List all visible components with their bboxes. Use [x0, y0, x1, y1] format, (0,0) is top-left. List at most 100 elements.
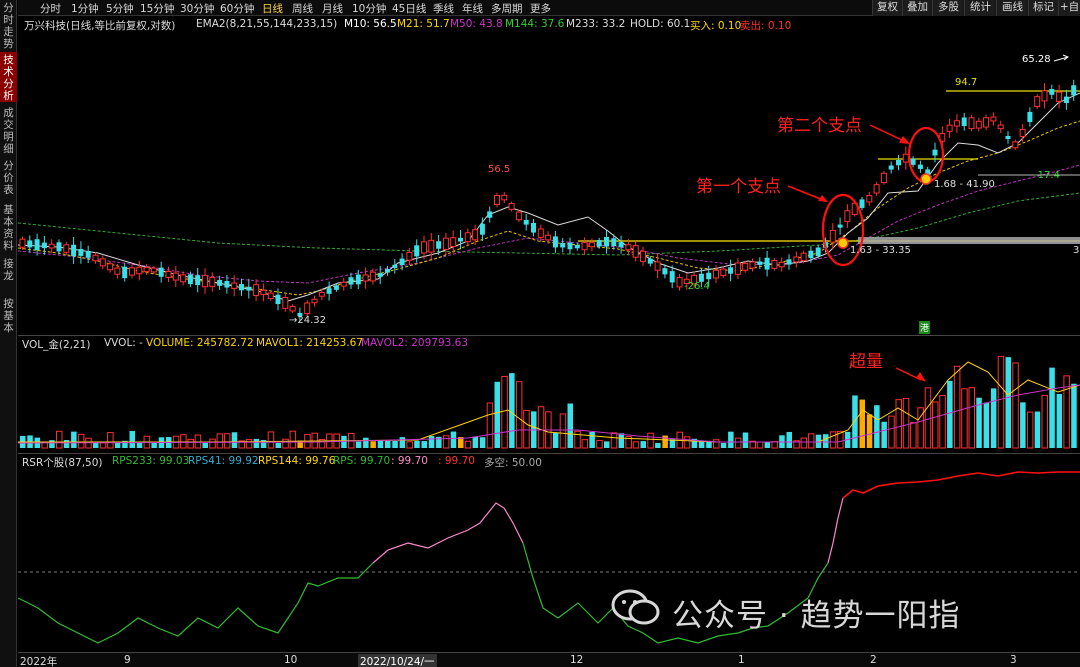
- volume-bar: [494, 381, 500, 448]
- period-toolbar: 分时 1分钟 5分钟 15分钟 30分钟 60分钟 日线 周线 月线 10分钟 …: [18, 0, 1080, 16]
- volume-bar: [501, 375, 508, 449]
- volume-bar: [990, 388, 997, 448]
- candle-body: [289, 305, 296, 312]
- volume-bar: [800, 437, 808, 449]
- volume-arrowhead: [916, 372, 926, 382]
- candle-body: [625, 244, 632, 251]
- period-fenshi[interactable]: 分时: [40, 1, 61, 16]
- volume-bar: [807, 433, 815, 449]
- volume-bar: [574, 430, 581, 449]
- volume-value: VOLUME: 245782.72: [146, 337, 254, 349]
- xaxis-label-1: 1: [738, 654, 745, 666]
- add-watchlist-button[interactable]: +自选: [1058, 0, 1080, 16]
- hold-value: HOLD: 60.1: [630, 18, 691, 30]
- candle-body: [231, 282, 238, 289]
- ema-indicator[interactable]: EMA2(8,21,55,144,233,15): [196, 18, 337, 30]
- statistics-button[interactable]: 统计: [964, 0, 996, 16]
- period-monthly[interactable]: 月线: [322, 1, 343, 16]
- candle-body: [246, 286, 252, 291]
- candle-body: [647, 258, 653, 264]
- volume-bars: [20, 355, 1077, 449]
- candle-body: [494, 195, 500, 205]
- candle-body: [742, 262, 749, 271]
- candle-body: [793, 256, 800, 263]
- candle-body: [902, 153, 909, 163]
- volume-bar: [231, 432, 238, 448]
- candle-body: [311, 298, 318, 304]
- period-multi[interactable]: 多周期: [491, 1, 523, 16]
- volume-bar: [874, 405, 880, 448]
- candle-body: [997, 124, 1004, 130]
- candle-body: [107, 263, 114, 271]
- volume-bar: [428, 435, 435, 448]
- volume-bar: [559, 413, 567, 449]
- ma10-value: M10: 56.5: [344, 18, 397, 30]
- low-label-3: -17.4: [1034, 170, 1060, 181]
- tab-timeshare[interactable]: 分时走势: [0, 0, 17, 50]
- tab-price-table[interactable]: 分价表: [0, 158, 17, 198]
- volume-bar: [136, 442, 143, 448]
- candle-body: [815, 247, 821, 257]
- candle-body: [99, 258, 106, 267]
- candle-body: [946, 124, 953, 132]
- candle-body: [706, 272, 712, 280]
- candle-body: [778, 261, 785, 268]
- tab-basic-info[interactable]: 基本资料: [0, 202, 17, 252]
- tab-trade-details[interactable]: 成交明细: [0, 105, 17, 155]
- fuquan-button[interactable]: 复权: [872, 0, 902, 16]
- low-label-1-value: 24.32: [297, 315, 327, 326]
- price-chart[interactable]: [18, 33, 1080, 335]
- candle-body: [421, 241, 427, 254]
- period-15min[interactable]: 15分钟: [140, 1, 174, 16]
- volume-bar: [450, 431, 457, 448]
- tab-by-basic[interactable]: 按基本: [0, 296, 17, 334]
- volume-bar: [275, 442, 281, 448]
- xaxis-cursor-date: 2022/10/24/一: [358, 654, 437, 667]
- volume-bar: [107, 432, 114, 449]
- period-30min[interactable]: 30分钟: [180, 1, 214, 16]
- volume-bar: [479, 437, 486, 448]
- candle-body: [1071, 85, 1077, 96]
- draw-line-button[interactable]: 画线: [996, 0, 1028, 16]
- volume-bar: [49, 440, 55, 448]
- volume-bar: [77, 433, 85, 449]
- period-yearly[interactable]: 年线: [462, 1, 483, 16]
- volume-bar: [486, 402, 494, 449]
- candle-body: [458, 237, 463, 242]
- candle-body: [136, 266, 143, 275]
- multi-stock-button[interactable]: 多股: [932, 0, 964, 16]
- tab-technical-analysis[interactable]: 技术分析: [0, 52, 17, 102]
- volume-bar: [56, 430, 63, 449]
- volume-bar: [728, 431, 734, 448]
- period-45day[interactable]: 45日线: [392, 1, 426, 16]
- period-1min[interactable]: 1分钟: [71, 1, 99, 16]
- candle-body: [326, 288, 332, 294]
- period-quarterly[interactable]: 季线: [433, 1, 454, 16]
- period-weekly[interactable]: 周线: [292, 1, 313, 16]
- period-60min[interactable]: 60分钟: [220, 1, 254, 16]
- volume-bar: [632, 441, 640, 449]
- candle-body: [282, 296, 289, 309]
- vvol-value: VVOL: -: [104, 337, 143, 349]
- rsr-line-mid-2: [827, 497, 844, 564]
- volume-bar: [713, 439, 720, 449]
- period-5min[interactable]: 5分钟: [106, 1, 134, 16]
- mark-button[interactable]: 标记: [1028, 0, 1058, 16]
- candle-body: [523, 219, 529, 225]
- volume-bar: [939, 394, 946, 449]
- volume-bar: [267, 431, 275, 449]
- buy-value: 买入: 0.10: [690, 20, 742, 32]
- volume-chart[interactable]: [18, 350, 1080, 453]
- period-daily[interactable]: 日线: [262, 1, 283, 16]
- period-10min[interactable]: 10分钟: [352, 1, 386, 16]
- volume-bar: [771, 441, 778, 449]
- period-more[interactable]: 更多: [530, 1, 551, 16]
- tab-jielong[interactable]: 接龙: [0, 256, 17, 290]
- candle-body: [545, 234, 552, 241]
- volume-bar: [71, 431, 77, 448]
- candle-body: [1012, 141, 1019, 149]
- candle-body: [362, 274, 369, 282]
- volume-bar: [282, 438, 289, 449]
- candle-body: [749, 261, 756, 269]
- overlay-button[interactable]: 叠加: [902, 0, 932, 16]
